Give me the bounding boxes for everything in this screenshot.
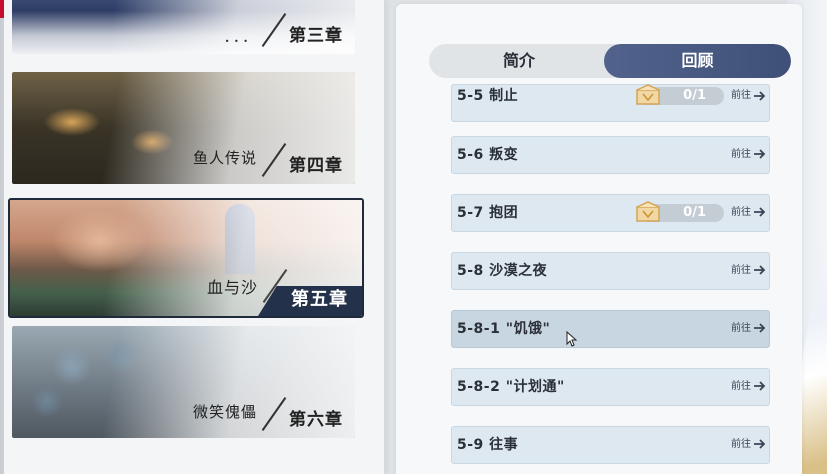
arrow-right-icon bbox=[754, 265, 766, 275]
reward-progress: 0/1 bbox=[636, 84, 724, 105]
chapter-number: 第五章 bbox=[291, 289, 348, 310]
chapter-title: 鱼人传说 bbox=[192, 149, 257, 167]
chapter-panel: • • • 第三章 鱼人传说 第四章 血与沙 第五章 微笑傀儡 第六章 bbox=[4, 0, 385, 474]
chapter-card-4[interactable]: 鱼人传说 第四章 bbox=[12, 72, 355, 184]
go-label: 前往 bbox=[731, 381, 751, 392]
go-label: 前往 bbox=[731, 207, 751, 218]
quest-name: 5-8-1 "饥饿" bbox=[457, 321, 551, 337]
arrow-right-icon bbox=[754, 323, 766, 333]
quest-panel: 简介 回顾 5-5 制止 0/1 前往 5-6 叛变 前往 5-7 抱团 0/1… bbox=[396, 4, 802, 474]
reward-progress: 0/1 bbox=[636, 201, 724, 222]
quest-name: 5-8-2 "计划通" bbox=[457, 379, 565, 395]
quest-name: 5-5 制止 bbox=[457, 88, 519, 104]
quest-name: 5-7 抱团 bbox=[457, 205, 519, 221]
go-label: 前往 bbox=[731, 149, 751, 160]
go-label: 前往 bbox=[731, 265, 751, 276]
arrow-right-icon bbox=[754, 149, 766, 159]
arrow-right-icon bbox=[754, 207, 766, 217]
quest-item[interactable]: 5-6 叛变 前往 bbox=[451, 136, 770, 174]
quest-item[interactable]: 5-7 抱团 0/1 前往 bbox=[451, 194, 770, 232]
treasure-chest-icon bbox=[636, 201, 660, 222]
quest-list: 5-5 制止 0/1 前往 5-6 叛变 前往 5-7 抱团 0/1 前往 5-… bbox=[396, 74, 802, 474]
quest-item[interactable]: 5-8-2 "计划通" 前往 bbox=[451, 368, 770, 406]
arrow-right-icon bbox=[754, 439, 766, 449]
chapter-title: 血与沙 bbox=[206, 278, 258, 297]
chapter-number: 第三章 bbox=[289, 26, 343, 46]
go-label: 前往 bbox=[731, 323, 751, 334]
chapter-card-5-selected[interactable]: 血与沙 第五章 bbox=[8, 198, 364, 318]
tab-review[interactable]: 回顾 bbox=[604, 44, 791, 78]
chapter-number: 第四章 bbox=[289, 156, 343, 176]
quest-item-selected[interactable]: 5-8-1 "饥饿" 前往 bbox=[451, 310, 770, 348]
quest-item[interactable]: 5-5 制止 0/1 前往 bbox=[451, 84, 770, 122]
go-label: 前往 bbox=[731, 90, 751, 101]
treasure-chest-icon bbox=[636, 84, 660, 105]
tab-intro[interactable]: 简介 bbox=[429, 44, 609, 78]
arrow-right-icon bbox=[754, 91, 766, 101]
quest-name: 5-8 沙漠之夜 bbox=[457, 263, 548, 279]
tab-bar: 简介 回顾 bbox=[429, 44, 791, 78]
reward-count: 0/1 bbox=[683, 205, 706, 220]
mouse-cursor-icon bbox=[566, 331, 578, 347]
arrow-right-icon bbox=[754, 381, 766, 391]
chapter-title: 微笑傀儡 bbox=[192, 403, 257, 421]
chapter-number: 第六章 bbox=[289, 410, 343, 430]
chapter-card-3[interactable]: • • • 第三章 bbox=[12, 0, 355, 54]
quest-item[interactable]: 5-9 往事 前往 bbox=[451, 426, 770, 464]
quest-item[interactable]: 5-8 沙漠之夜 前往 bbox=[451, 252, 770, 290]
reward-count: 0/1 bbox=[683, 88, 706, 103]
quest-name: 5-9 往事 bbox=[457, 437, 519, 453]
chapter-card-6[interactable]: 微笑傀儡 第六章 bbox=[12, 326, 355, 438]
go-label: 前往 bbox=[731, 439, 751, 450]
quest-name: 5-6 叛变 bbox=[457, 147, 519, 163]
